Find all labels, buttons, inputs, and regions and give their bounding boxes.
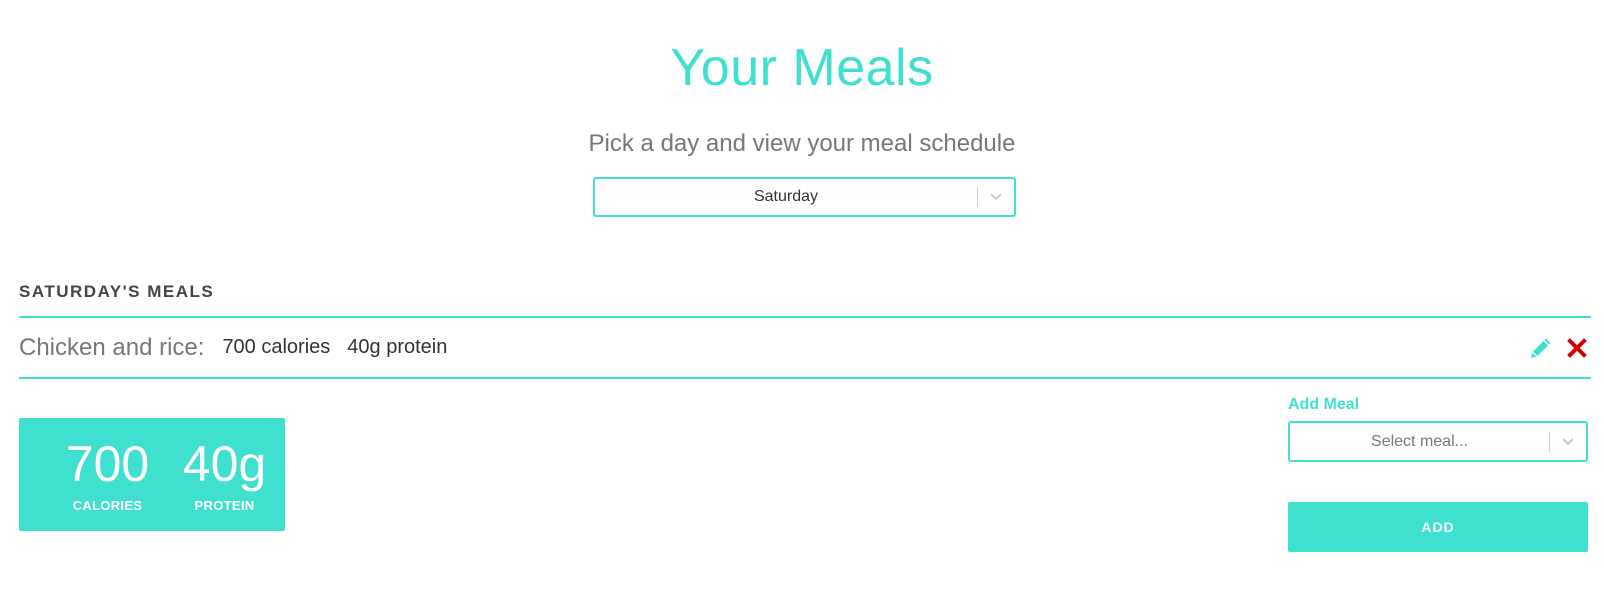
calories-value: 700: [65, 436, 150, 492]
add-meal-label: Add Meal: [1288, 396, 1360, 413]
calories-label: CALORIES: [72, 498, 143, 513]
protein-stat: 40g PROTEIN: [166, 436, 283, 531]
calories-stat: 700 CALORIES: [49, 436, 166, 531]
meal-actions: [1527, 334, 1591, 362]
section-heading: SATURDAY'S MEALS: [19, 282, 215, 301]
close-icon[interactable]: [1563, 334, 1591, 362]
meal-row: Chicken and rice: 700 calories 40g prote…: [19, 318, 1591, 377]
protein-value: 40g: [182, 436, 267, 492]
meal-name: Chicken and rice:: [19, 333, 205, 361]
page-title: Your Meals: [670, 39, 934, 97]
meal-calories: 700 calories: [222, 336, 331, 358]
add-meal-button[interactable]: ADD: [1288, 502, 1588, 552]
meal-protein: 40g protein: [347, 336, 448, 358]
meal-select-placeholder: Select meal...: [1371, 432, 1468, 450]
meal-select[interactable]: Select meal...: [1288, 421, 1588, 462]
chevron-down-icon[interactable]: [978, 178, 1014, 216]
chevron-down-icon[interactable]: [1550, 423, 1586, 461]
pencil-icon[interactable]: [1527, 334, 1555, 362]
day-select-value: Saturday: [753, 188, 819, 205]
protein-label: PROTEIN: [194, 498, 255, 513]
divider: [19, 377, 1591, 379]
page-subtitle: Pick a day and view your meal schedule: [588, 130, 1016, 157]
day-select[interactable]: Saturday: [593, 177, 1016, 217]
nutrition-summary: 700 CALORIES 40g PROTEIN: [19, 418, 285, 531]
